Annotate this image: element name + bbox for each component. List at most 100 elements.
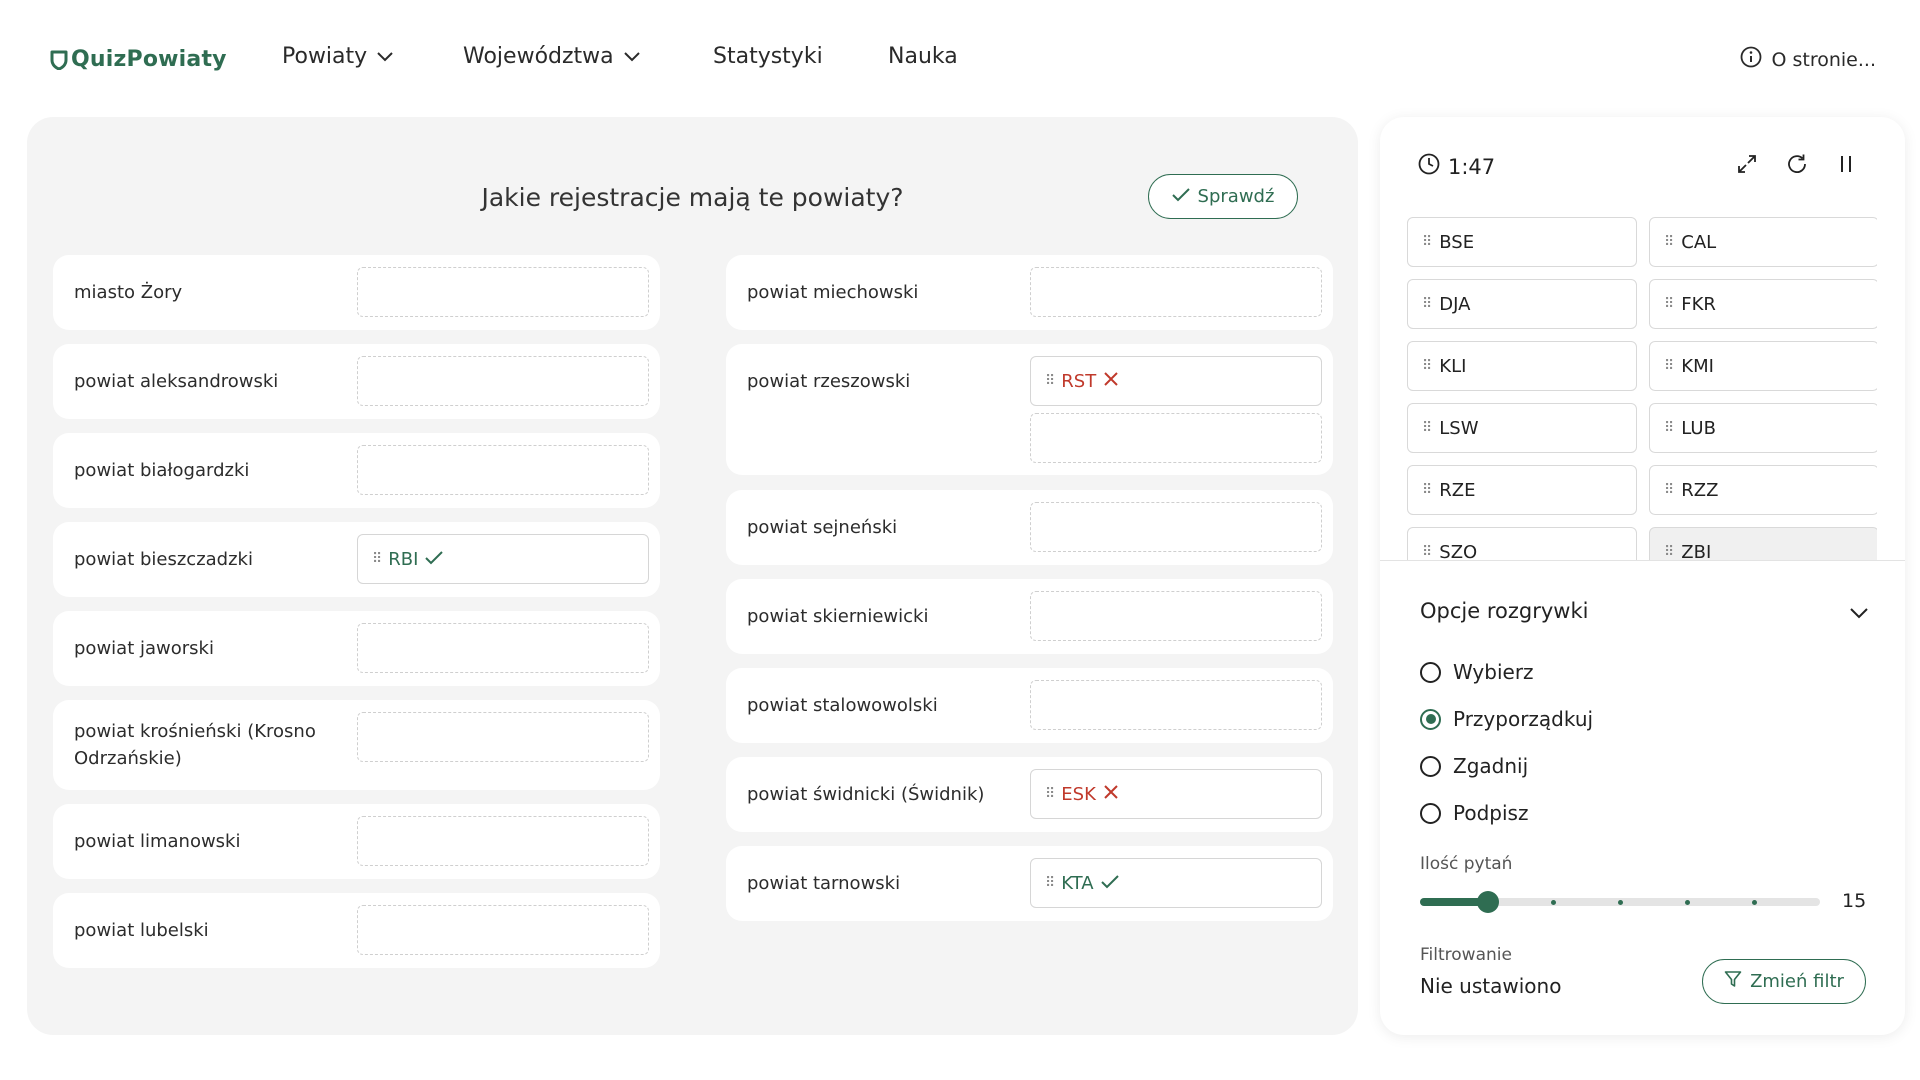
answer-dropzone[interactable]	[357, 356, 649, 406]
tile-code: DJA	[1439, 293, 1471, 315]
answer-tile[interactable]: ⠿ ZBI	[1649, 527, 1877, 561]
top-navigation: QuizPowiaty Powiaty Województwa Statysty…	[0, 0, 1920, 115]
answer-dropzone[interactable]	[357, 712, 649, 762]
mode-radio-zgadnij[interactable]: Zgadnij	[1420, 754, 1528, 778]
answer-tile[interactable]: ⠿ KMI	[1649, 341, 1877, 391]
filter-button-label: Zmień filtr	[1750, 971, 1844, 992]
question-card: powiat sejneński	[726, 490, 1333, 565]
question-card: powiat lubelski	[53, 893, 660, 968]
filter-icon	[1724, 970, 1742, 993]
change-filter-button[interactable]: Zmień filtr	[1702, 959, 1866, 1004]
drag-handle-icon: ⠿	[372, 551, 382, 567]
drag-handle-icon: ⠿	[1422, 296, 1432, 312]
answer-chip[interactable]: ⠿ KTA	[1030, 858, 1322, 908]
nav-label: Nauka	[888, 44, 958, 69]
answer-tile[interactable]: ⠿ DJA	[1407, 279, 1637, 329]
answer-tile[interactable]: ⠿ RZE	[1407, 465, 1637, 515]
mode-label: Wybierz	[1453, 660, 1534, 684]
answer-code: RST	[1061, 370, 1097, 392]
answer-dropzone[interactable]	[357, 623, 649, 673]
answer-tile[interactable]: ⠿ LSW	[1407, 403, 1637, 453]
nav-nauka[interactable]: Nauka	[888, 44, 958, 69]
answer-tile[interactable]: ⠿ SZO	[1407, 527, 1637, 561]
check-icon	[1171, 186, 1190, 207]
pause-icon[interactable]	[1836, 153, 1856, 179]
county-label: powiat jaworski	[74, 638, 214, 659]
question-card: miasto Żory	[53, 255, 660, 330]
mode-label: Podpisz	[1453, 801, 1529, 825]
question-card: powiat skierniewicki	[726, 579, 1333, 654]
drag-handle-icon: ⠿	[1422, 420, 1432, 436]
tile-code: ZBI	[1681, 541, 1712, 562]
tile-code: FKR	[1681, 293, 1716, 315]
mode-radio-wybierz[interactable]: Wybierz	[1420, 660, 1534, 684]
slider-step-dot	[1551, 900, 1556, 905]
county-label: powiat tarnowski	[747, 873, 901, 894]
nav-wojewodztwa[interactable]: Województwa	[463, 44, 640, 69]
questions-slider[interactable]	[1420, 891, 1820, 913]
info-icon	[1740, 46, 1762, 73]
question-card: powiat limanowski	[53, 804, 660, 879]
question-card: powiat aleksandrowski	[53, 344, 660, 419]
answer-chip[interactable]: ⠿ ESK	[1030, 769, 1322, 819]
drag-handle-icon: ⠿	[1422, 482, 1432, 498]
county-label: powiat białogardzki	[74, 460, 250, 481]
logo-text: QuizPowiaty	[71, 47, 227, 72]
question-card: powiat krośnieński (Krosno Odrzańskie)	[53, 700, 660, 790]
drag-handle-icon: ⠿	[1045, 373, 1055, 389]
logo[interactable]: QuizPowiaty	[50, 47, 227, 72]
county-label: powiat bieszczadzki	[74, 549, 253, 570]
correct-check-icon	[1100, 873, 1119, 894]
answer-tile[interactable]: ⠿ RZZ	[1649, 465, 1877, 515]
answer-chip[interactable]: ⠿ RST	[1030, 356, 1322, 406]
question-card: powiat bieszczadzki ⠿ RBI	[53, 522, 660, 597]
about-link[interactable]: O stronie...	[1740, 46, 1876, 73]
slider-step-dot	[1752, 900, 1757, 905]
chevron-down-icon	[623, 51, 640, 62]
answer-dropzone[interactable]	[357, 816, 649, 866]
drag-handle-icon: ⠿	[1045, 786, 1055, 802]
side-panel: 1:47 ⠿ BSE ⠿ CAL ⠿ DJA ⠿ FKR ⠿ KLI ⠿ KMI ⠿ LSW …	[1380, 117, 1905, 1035]
drag-handle-icon: ⠿	[1664, 234, 1674, 250]
nav-label: Statystyki	[713, 44, 823, 69]
answer-tile[interactable]: ⠿ BSE	[1407, 217, 1637, 267]
nav-powiaty[interactable]: Powiaty	[282, 44, 393, 69]
drag-handle-icon: ⠿	[1422, 358, 1432, 374]
tile-code: RZZ	[1681, 479, 1719, 501]
question-card: powiat białogardzki	[53, 433, 660, 508]
answer-code: ESK	[1061, 783, 1096, 805]
drag-handle-icon: ⠿	[1664, 296, 1674, 312]
answer-dropzone[interactable]	[357, 905, 649, 955]
drag-handle-icon: ⠿	[1664, 544, 1674, 560]
answer-dropzone[interactable]	[1030, 680, 1322, 730]
chevron-down-icon[interactable]	[1849, 604, 1869, 623]
nav-label: Powiaty	[282, 44, 368, 69]
answer-tile[interactable]: ⠿ KLI	[1407, 341, 1637, 391]
restart-icon[interactable]	[1786, 153, 1810, 179]
answer-dropzone[interactable]	[1030, 413, 1322, 463]
slider-thumb[interactable]	[1477, 891, 1499, 913]
filter-value: Nie ustawiono	[1420, 974, 1562, 998]
tile-code: SZO	[1439, 541, 1478, 562]
mode-radio-podpisz[interactable]: Podpisz	[1420, 801, 1528, 825]
radio-icon	[1420, 802, 1441, 824]
answer-dropzone[interactable]	[357, 445, 649, 495]
options-title: Opcje rozgrywki	[1420, 599, 1589, 623]
answer-chip[interactable]: ⠿ RBI	[357, 534, 649, 584]
nav-label: Województwa	[463, 44, 614, 69]
expand-icon[interactable]	[1736, 153, 1758, 179]
county-label: powiat świdnicki (Świdnik)	[747, 784, 985, 805]
answer-tile[interactable]: ⠿ LUB	[1649, 403, 1877, 453]
mode-radio-przyporzadkuj[interactable]: Przyporządkuj	[1420, 707, 1593, 731]
chevron-down-icon	[377, 51, 393, 62]
answer-dropzone[interactable]	[1030, 591, 1322, 641]
slider-step-dot	[1618, 900, 1623, 905]
answer-dropzone[interactable]	[357, 267, 649, 317]
check-button[interactable]: Sprawdź	[1148, 174, 1298, 219]
answer-tile[interactable]: ⠿ FKR	[1649, 279, 1877, 329]
timer: 1:47	[1418, 153, 1495, 180]
answer-tile[interactable]: ⠿ CAL	[1649, 217, 1877, 267]
nav-statystyki[interactable]: Statystyki	[713, 44, 823, 69]
answer-dropzone[interactable]	[1030, 502, 1322, 552]
answer-dropzone[interactable]	[1030, 267, 1322, 317]
